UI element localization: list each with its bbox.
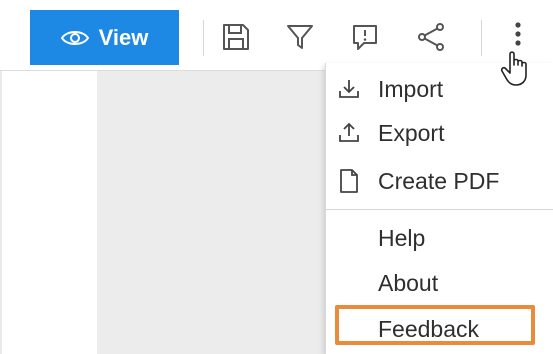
eye-icon (60, 29, 89, 47)
feedback-highlight (335, 305, 535, 345)
menu-item-label: Import (378, 75, 444, 102)
menu-item-label: Help (378, 224, 426, 251)
toolbar-separator (203, 20, 204, 56)
import-icon (336, 76, 362, 102)
save-icon[interactable] (216, 17, 256, 57)
menu-item-about[interactable]: About (326, 263, 553, 303)
menu-separator (326, 209, 553, 210)
view-button-label: View (98, 24, 149, 50)
document-icon (336, 168, 362, 194)
left-panel (0, 71, 97, 354)
view-button[interactable]: View (30, 10, 179, 65)
menu-item-label: Export (378, 119, 445, 146)
toolbar: View (0, 0, 553, 70)
menu-item-help[interactable]: Help (326, 218, 553, 258)
feedback-bubble-icon[interactable] (345, 17, 385, 57)
left-panel-edge (0, 71, 2, 354)
menu-item-label: Create PDF (378, 167, 500, 194)
menu-item-export[interactable]: Export (326, 113, 553, 153)
menu-item-create-pdf[interactable]: Create PDF (326, 161, 553, 201)
toolbar-separator (481, 20, 482, 56)
hand-cursor-icon (500, 48, 534, 88)
filter-icon[interactable] (280, 17, 320, 57)
share-icon[interactable] (411, 17, 451, 57)
export-icon (336, 120, 362, 146)
menu-item-label: About (378, 269, 439, 296)
